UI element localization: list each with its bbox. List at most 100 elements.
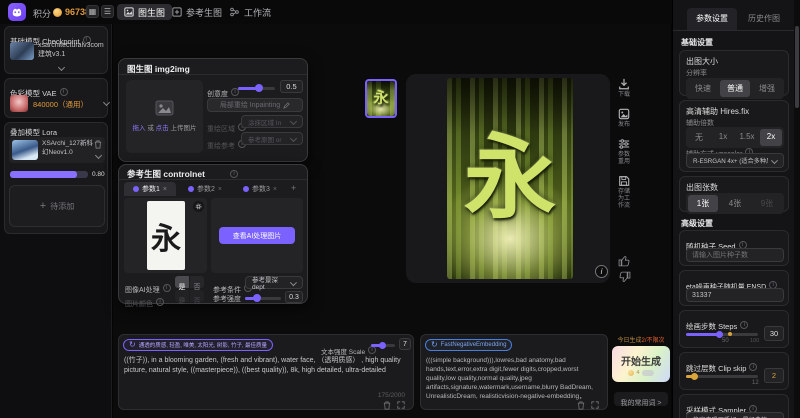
scale-value[interactable]: 7 xyxy=(399,338,411,350)
positive-style-tag[interactable]: ↻ 通透的质感, 轻盈, 唯美, 太阳光, 树影, 竹子, 最佳质量 xyxy=(123,339,273,351)
save-workflow-button[interactable]: 存储为工作流 xyxy=(614,175,634,210)
positive-prompt-input[interactable]: ((竹子)), in a blooming garden, (fresh and… xyxy=(124,356,410,394)
clip-skip-slider[interactable] xyxy=(686,375,758,378)
negative-prompt-panel: ↻ FastNegativeEmbedding (((simple backgr… xyxy=(420,334,608,410)
lora-item[interactable]: XSArchi_127新科幻Neov1.0 xyxy=(9,137,105,163)
add-tab-icon[interactable]: + xyxy=(291,183,296,193)
chevron-down-icon[interactable] xyxy=(95,152,102,159)
lora-weight-slider[interactable] xyxy=(10,171,88,178)
info-icon[interactable]: i xyxy=(595,265,608,278)
refresh-icon[interactable]: ↻ xyxy=(431,340,438,350)
denoise-value[interactable]: 0.5 xyxy=(280,80,303,93)
controlnet-tab-2[interactable]: 参数2 × xyxy=(179,182,231,196)
grid-view-icon[interactable]: ▦ xyxy=(86,5,99,18)
count-9[interactable]: 9张 xyxy=(752,195,782,212)
add-lora-button[interactable]: + 待添加 xyxy=(9,185,105,227)
tab-label: 图生图 xyxy=(138,6,165,19)
controlnet-tab-3[interactable]: 参数3 × xyxy=(234,182,286,196)
info-icon[interactable]: i xyxy=(230,170,238,178)
view-ai-image-button[interactable]: 查看AI处理图片 xyxy=(219,227,295,244)
upload-dropzone[interactable]: 拖入 或 点击 上传图片 xyxy=(126,80,203,153)
expand-icon[interactable] xyxy=(591,401,599,409)
inpaint-button[interactable]: 局部重绘 Inpainting xyxy=(207,98,303,112)
upscaler-value: R-ESRGAN 4x+ (适合多种风 xyxy=(693,156,768,165)
expand-icon[interactable] xyxy=(397,401,405,409)
res-fast[interactable]: 快速 xyxy=(688,80,718,97)
strength-value[interactable]: 0.3 xyxy=(285,291,303,303)
close-icon[interactable]: × xyxy=(273,186,277,193)
refmode-select[interactable]: 参考原图 or xyxy=(241,132,303,145)
app-logo[interactable] xyxy=(8,3,26,21)
download-button[interactable]: 下载 xyxy=(614,78,634,99)
close-icon[interactable]: × xyxy=(163,186,167,193)
info-icon[interactable]: i xyxy=(749,363,757,371)
scrollbar-track[interactable] xyxy=(794,0,800,418)
info-icon[interactable]: i xyxy=(60,88,68,96)
condition-select[interactable]: 参考景深 dept xyxy=(245,276,303,289)
trash-icon[interactable] xyxy=(94,140,102,149)
result-thumbnail[interactable]: 永 xyxy=(365,79,397,118)
publish-button[interactable]: 发布 xyxy=(614,108,634,129)
reference-image-box[interactable]: 永 xyxy=(124,198,207,273)
chevron-down-icon[interactable] xyxy=(103,99,110,106)
info-icon[interactable]: i xyxy=(156,298,164,306)
checkpoint-name[interactable]: xsarchitecturalv3com建筑v3.1 xyxy=(38,41,106,59)
generated-image[interactable]: 永 xyxy=(447,78,573,279)
clip-skip-value[interactable]: 2 xyxy=(764,368,784,383)
gear-icon[interactable] xyxy=(193,201,204,212)
strength-slider[interactable] xyxy=(245,297,281,300)
favorites-link[interactable]: 我的常用词 > xyxy=(614,392,668,406)
ai-process-no[interactable]: 否 xyxy=(190,276,204,288)
generate-button[interactable]: 开始生成 4 xyxy=(612,346,670,382)
ai-process-yes[interactable]: 是 xyxy=(175,276,189,288)
controlnet-tab-1[interactable]: 参数1 × xyxy=(124,182,176,196)
chevron-down-icon xyxy=(290,279,297,286)
denoise-slider[interactable] xyxy=(238,87,275,90)
info-icon[interactable]: i xyxy=(740,321,748,329)
scale-slider[interactable] xyxy=(371,344,395,347)
steps-slider[interactable] xyxy=(686,333,758,336)
tab-workflow[interactable]: 工作流 xyxy=(222,4,278,20)
refresh-icon[interactable]: ↻ xyxy=(129,340,136,350)
tab-img2img[interactable]: 图生图 xyxy=(117,4,172,20)
chevron-down-icon[interactable] xyxy=(58,64,65,71)
ensd-input[interactable] xyxy=(686,288,784,302)
scale-label: 文本强度 Scale xyxy=(321,349,365,356)
vae-name[interactable]: 840000（通用） xyxy=(33,99,88,110)
img2img-panel-title: 图生图 img2img xyxy=(127,63,190,75)
view-ai-image-label: 查看AI处理图片 xyxy=(233,231,282,241)
steps-value[interactable]: 30 xyxy=(764,326,784,341)
tab-params[interactable]: 参数设置 xyxy=(687,8,737,30)
count-1[interactable]: 1张 xyxy=(688,195,718,212)
thumbs-down-icon[interactable] xyxy=(618,271,631,283)
vae-thumbnail[interactable] xyxy=(10,95,28,112)
trash-icon[interactable] xyxy=(577,401,585,410)
upscaler-select[interactable]: R-ESRGAN 4x+ (适合多种风 xyxy=(686,153,784,168)
mult-2x[interactable]: 2x xyxy=(760,129,782,146)
image-color-yes[interactable]: 是 xyxy=(175,290,189,302)
count-4[interactable]: 4张 xyxy=(720,195,750,212)
close-icon[interactable]: × xyxy=(218,186,222,193)
reuse-params-button[interactable]: 参数重用 xyxy=(614,138,634,166)
negative-prompt-input[interactable]: (((simple background))),lowres,bad anato… xyxy=(426,356,604,400)
checkpoint-thumbnail[interactable] xyxy=(10,42,34,60)
thumbs-up-icon[interactable] xyxy=(618,255,631,267)
clip-mark-12: 12 xyxy=(752,380,759,386)
seed-input[interactable] xyxy=(686,248,784,262)
tab-history[interactable]: 历史作图 xyxy=(739,8,789,30)
scrollbar-thumb[interactable] xyxy=(795,26,799,108)
region-select[interactable]: 涂抹区域 In xyxy=(241,115,303,128)
trash-icon[interactable] xyxy=(383,401,391,410)
add-lora-label: 待添加 xyxy=(50,201,74,212)
res-normal[interactable]: 普通 xyxy=(720,80,750,97)
image-color-no[interactable]: 否 xyxy=(190,290,204,302)
res-enhanced[interactable]: 增强 xyxy=(752,80,782,97)
menu-icon[interactable]: ☰ xyxy=(101,5,114,18)
checkpoint-card: 基础模型 Checkpointi xsarchitecturalv3com建筑v… xyxy=(4,26,108,74)
resolution-options: 快速 普通 增强 xyxy=(686,78,784,99)
info-icon[interactable]: i xyxy=(163,284,171,292)
tab-ref-generate[interactable]: 参考生图 xyxy=(165,4,229,20)
sampler-select[interactable]: 稳定去噪画质好，是经典款 (DP xyxy=(686,412,784,418)
denoise-label: 创意度 xyxy=(207,91,228,98)
negative-embedding-tag[interactable]: ↻ FastNegativeEmbedding xyxy=(425,339,512,351)
